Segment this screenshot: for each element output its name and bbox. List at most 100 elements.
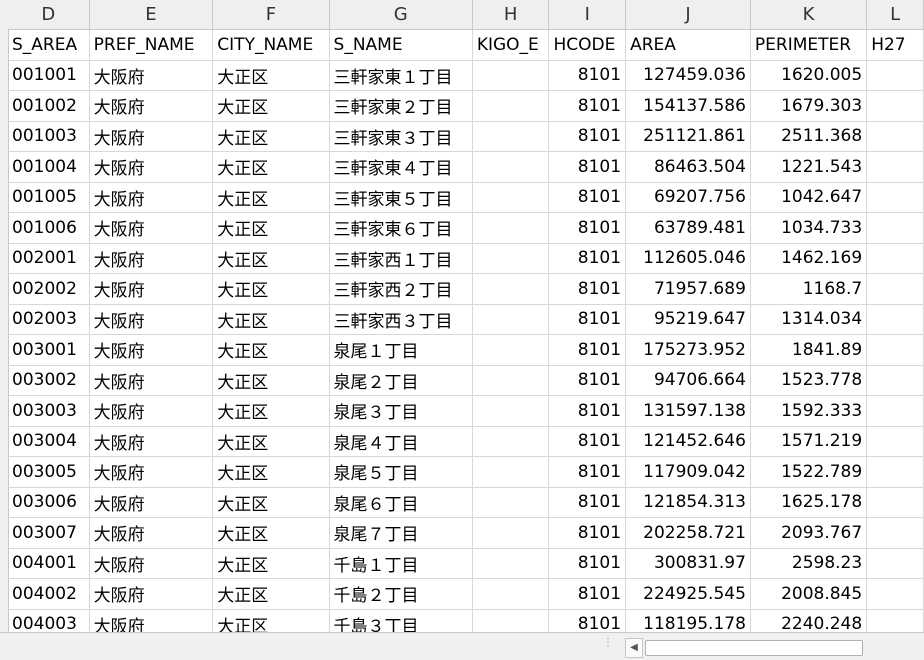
split-handle-icon[interactable]: ⋮ xyxy=(603,638,613,655)
table-cell[interactable]: 大正区 xyxy=(212,517,330,549)
table-cell[interactable]: 001004 xyxy=(8,151,90,183)
table-cell[interactable] xyxy=(866,304,924,335)
table-cell[interactable] xyxy=(472,60,550,91)
table-cell[interactable] xyxy=(866,243,924,274)
column-header-e[interactable]: E xyxy=(89,0,214,30)
table-cell[interactable] xyxy=(866,212,924,244)
table-cell[interactable]: 三軒家西３丁目 xyxy=(329,304,473,335)
table-cell[interactable]: 大正区 xyxy=(212,548,330,579)
table-cell[interactable]: 003005 xyxy=(8,456,90,488)
table-cell[interactable]: 大阪府 xyxy=(89,365,214,396)
table-cell[interactable]: 8101 xyxy=(548,548,627,579)
table-cell[interactable]: 2093.767 xyxy=(750,517,868,549)
table-cell[interactable]: 大阪府 xyxy=(89,182,214,213)
table-cell[interactable] xyxy=(472,243,550,274)
table-cell[interactable]: 泉尾２丁目 xyxy=(329,365,473,396)
table-cell[interactable]: 千島２丁目 xyxy=(329,578,473,610)
table-cell[interactable]: 1571.219 xyxy=(750,426,868,457)
table-cell[interactable]: 三軒家東５丁目 xyxy=(329,182,473,213)
table-cell[interactable]: 001001 xyxy=(8,60,90,91)
table-cell[interactable]: 1221.543 xyxy=(750,151,868,183)
table-cell[interactable]: 002003 xyxy=(8,304,90,335)
table-cell[interactable] xyxy=(472,517,550,549)
table-cell[interactable] xyxy=(472,304,550,335)
table-cell[interactable]: 002001 xyxy=(8,243,90,274)
table-cell[interactable]: 1522.789 xyxy=(750,456,868,488)
table-cell[interactable]: 131597.138 xyxy=(625,395,751,427)
table-cell[interactable]: 8101 xyxy=(548,334,627,366)
table-cell[interactable] xyxy=(472,212,550,244)
table-cell[interactable]: 8101 xyxy=(548,578,627,610)
table-cell[interactable]: 1841.89 xyxy=(750,334,868,366)
table-cell[interactable]: 大正区 xyxy=(212,182,330,213)
table-cell[interactable]: 三軒家東６丁目 xyxy=(329,212,473,244)
table-cell[interactable]: 003001 xyxy=(8,334,90,366)
column-header-k[interactable]: K xyxy=(750,0,868,30)
table-cell[interactable] xyxy=(472,334,550,366)
table-cell[interactable]: 大正区 xyxy=(212,151,330,183)
table-cell[interactable]: 大阪府 xyxy=(89,578,214,610)
table-cell[interactable]: 8101 xyxy=(548,456,627,488)
table-cell[interactable] xyxy=(472,395,550,427)
table-cell[interactable]: 154137.586 xyxy=(625,90,751,122)
table-cell[interactable]: 1592.333 xyxy=(750,395,868,427)
table-cell[interactable]: 127459.036 xyxy=(625,60,751,91)
table-cell[interactable]: 8101 xyxy=(548,304,627,335)
table-cell[interactable]: 大正区 xyxy=(212,60,330,91)
table-cell[interactable]: 003002 xyxy=(8,365,90,396)
table-cell[interactable]: 1679.303 xyxy=(750,90,868,122)
table-cell[interactable] xyxy=(866,334,924,366)
table-cell[interactable]: 1314.034 xyxy=(750,304,868,335)
field-name-cell[interactable]: CITY_NAME xyxy=(212,29,330,61)
table-cell[interactable]: 117909.042 xyxy=(625,456,751,488)
table-cell[interactable]: 121452.646 xyxy=(625,426,751,457)
table-cell[interactable] xyxy=(472,365,550,396)
table-cell[interactable]: 大阪府 xyxy=(89,212,214,244)
field-name-cell[interactable]: HCODE xyxy=(548,29,627,61)
table-cell[interactable]: 71957.689 xyxy=(625,273,751,305)
table-cell[interactable]: 001003 xyxy=(8,121,90,152)
table-cell[interactable] xyxy=(866,517,924,549)
table-cell[interactable]: 300831.97 xyxy=(625,548,751,579)
table-cell[interactable]: 大阪府 xyxy=(89,487,214,518)
table-cell[interactable]: 8101 xyxy=(548,212,627,244)
field-name-cell[interactable]: KIGO_E xyxy=(472,29,550,61)
table-cell[interactable]: 泉尾１丁目 xyxy=(329,334,473,366)
table-cell[interactable]: 003006 xyxy=(8,487,90,518)
table-cell[interactable]: 大阪府 xyxy=(89,304,214,335)
table-cell[interactable]: 泉尾４丁目 xyxy=(329,426,473,457)
table-cell[interactable]: 1034.733 xyxy=(750,212,868,244)
table-cell[interactable]: 大阪府 xyxy=(89,395,214,427)
table-cell[interactable]: 003003 xyxy=(8,395,90,427)
table-cell[interactable]: 千島１丁目 xyxy=(329,548,473,579)
table-cell[interactable]: 大正区 xyxy=(212,121,330,152)
table-cell[interactable] xyxy=(866,487,924,518)
table-cell[interactable]: 大阪府 xyxy=(89,456,214,488)
table-cell[interactable]: 2598.23 xyxy=(750,548,868,579)
table-cell[interactable] xyxy=(866,60,924,91)
table-cell[interactable]: 112605.046 xyxy=(625,243,751,274)
table-cell[interactable]: 8101 xyxy=(548,395,627,427)
table-cell[interactable]: 大阪府 xyxy=(89,548,214,579)
table-cell[interactable]: 大正区 xyxy=(212,304,330,335)
table-cell[interactable]: 三軒家東４丁目 xyxy=(329,151,473,183)
table-cell[interactable]: 8101 xyxy=(548,151,627,183)
table-cell[interactable]: 三軒家西２丁目 xyxy=(329,273,473,305)
column-header-f[interactable]: F xyxy=(212,0,330,30)
table-cell[interactable]: 大正区 xyxy=(212,90,330,122)
column-header-l[interactable]: L xyxy=(866,0,924,30)
table-cell[interactable]: 001005 xyxy=(8,182,90,213)
table-cell[interactable]: 大正区 xyxy=(212,578,330,610)
table-cell[interactable]: 8101 xyxy=(548,487,627,518)
table-cell[interactable]: 大阪府 xyxy=(89,243,214,274)
table-cell[interactable]: 三軒家西１丁目 xyxy=(329,243,473,274)
column-header-i[interactable]: I xyxy=(548,0,627,30)
table-cell[interactable]: 224925.545 xyxy=(625,578,751,610)
table-cell[interactable]: 121854.313 xyxy=(625,487,751,518)
table-cell[interactable]: 8101 xyxy=(548,517,627,549)
table-cell[interactable]: 大阪府 xyxy=(89,90,214,122)
table-cell[interactable] xyxy=(866,395,924,427)
table-cell[interactable]: 202258.721 xyxy=(625,517,751,549)
table-cell[interactable]: 泉尾７丁目 xyxy=(329,517,473,549)
table-cell[interactable]: 大正区 xyxy=(212,273,330,305)
